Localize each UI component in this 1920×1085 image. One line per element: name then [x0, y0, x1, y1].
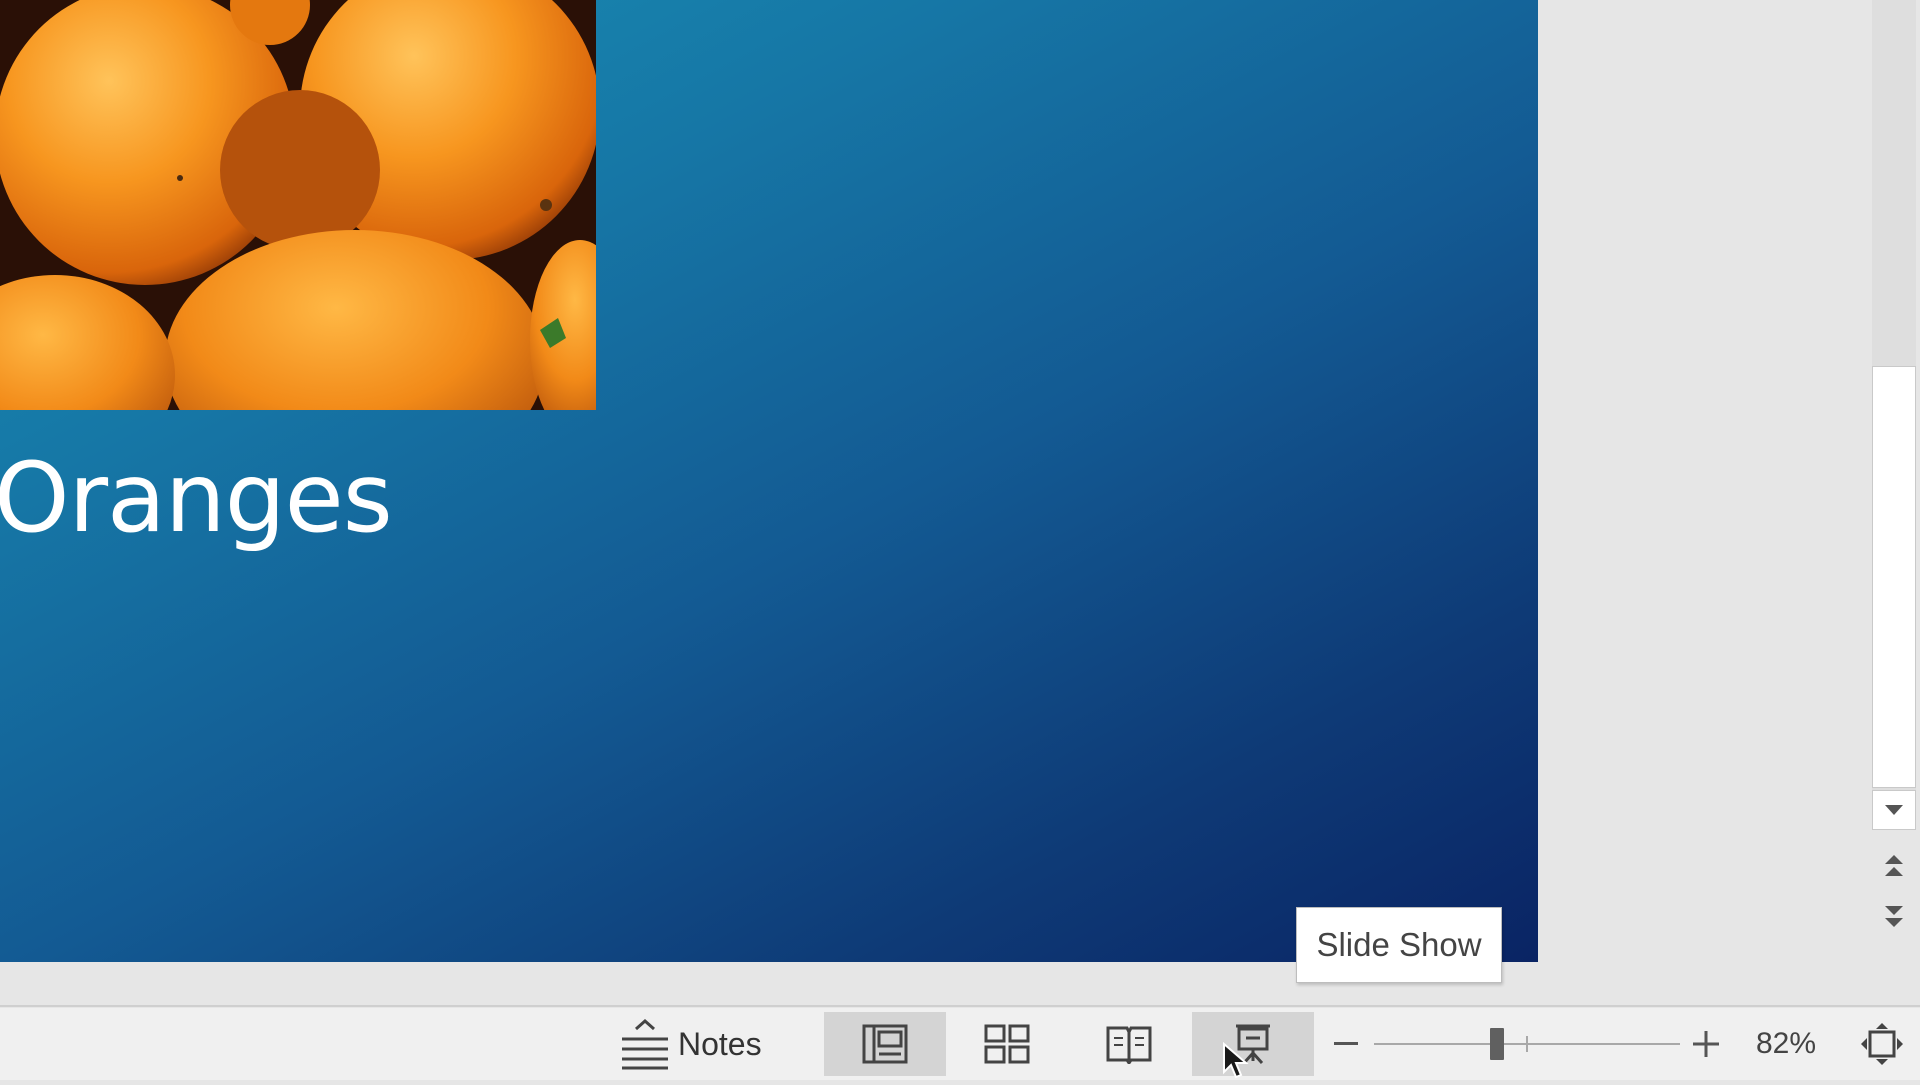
slide-sorter-icon	[984, 1024, 1030, 1064]
statusbar-divider	[0, 1005, 1920, 1007]
mouse-cursor-icon	[1222, 1041, 1256, 1085]
fit-slide-to-window-button[interactable]	[1854, 1012, 1910, 1076]
double-chevron-up-icon	[1885, 855, 1903, 876]
scrollbar-thumb[interactable]	[1872, 366, 1916, 788]
zoom-slider-thumb[interactable]	[1490, 1028, 1504, 1060]
plus-icon	[1693, 1031, 1719, 1057]
normal-view-button[interactable]	[824, 1012, 946, 1076]
slide-sorter-view-button[interactable]	[946, 1012, 1068, 1076]
slide-title[interactable]: Oranges	[0, 450, 393, 546]
triangle-down-icon	[1885, 805, 1903, 815]
notes-button[interactable]: Notes	[618, 1012, 762, 1076]
scroll-down-button[interactable]	[1872, 790, 1916, 830]
zoom-out-button[interactable]	[1324, 1012, 1368, 1076]
fit-to-window-icon	[1861, 1023, 1903, 1065]
minus-icon	[1334, 1042, 1358, 1045]
next-slide-button[interactable]	[1872, 897, 1916, 937]
slide-editing-area: Oranges	[0, 0, 1870, 1000]
slide-show-tooltip: Slide Show	[1296, 907, 1502, 983]
zoom-slider-center-tick	[1526, 1036, 1528, 1052]
reading-view-button[interactable]	[1068, 1012, 1190, 1076]
vertical-scrollbar[interactable]	[1870, 0, 1920, 1000]
notes-icon	[622, 1018, 668, 1070]
zoom-in-button[interactable]	[1684, 1012, 1728, 1076]
zoom-percentage[interactable]: 82%	[1756, 1012, 1816, 1076]
slide-canvas[interactable]: Oranges	[0, 0, 1538, 962]
reading-view-icon	[1106, 1026, 1152, 1064]
notes-label: Notes	[678, 1025, 762, 1062]
oranges-image-graphic	[0, 0, 596, 410]
double-chevron-down-icon	[1885, 906, 1903, 927]
normal-view-icon	[862, 1024, 908, 1064]
oranges-image[interactable]	[0, 0, 596, 410]
tooltip-text: Slide Show	[1316, 926, 1482, 963]
previous-slide-button[interactable]	[1872, 845, 1916, 885]
